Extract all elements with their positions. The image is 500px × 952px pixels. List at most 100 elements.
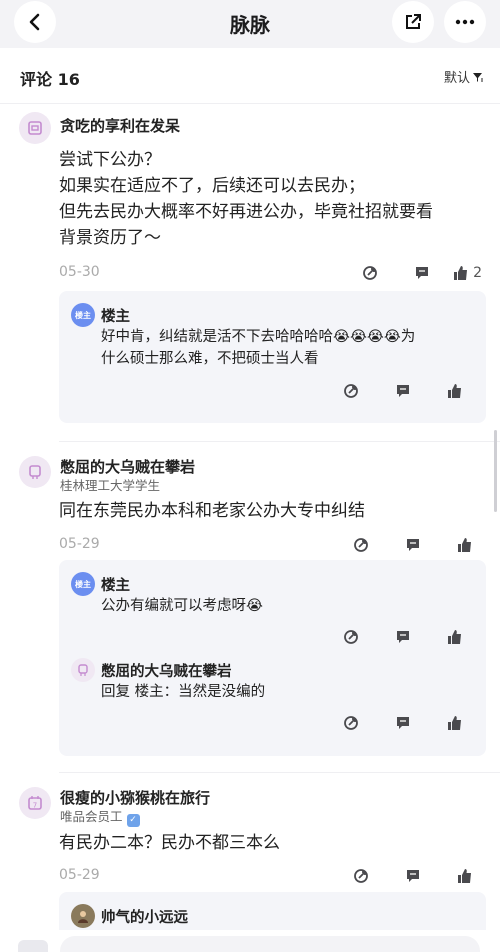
verified-icon: ✓ (126, 814, 140, 827)
reply-button[interactable] (386, 713, 420, 733)
reply-button[interactable] (386, 627, 420, 647)
comment-icon (397, 717, 409, 729)
comments-count: 评论 16 (20, 70, 80, 89)
repost-icon (344, 630, 358, 644)
reply-actions (316, 381, 472, 401)
calendar-avatar-icon: 7 (28, 796, 42, 810)
reply-button[interactable] (396, 866, 430, 886)
author-subtitle: 唯品会员工 ✓ (60, 806, 140, 827)
top-bar: 脉脉 (0, 0, 500, 48)
comment-actions (326, 535, 482, 555)
reply-button[interactable] (396, 535, 430, 555)
comment-date: 05-29 (59, 867, 100, 883)
comment-line: 背景资历了～ (59, 228, 161, 248)
filter-icon (473, 72, 483, 82)
reply-line: 公办有编就可以考虑呀😭 (101, 598, 263, 614)
comment-body: 同在东莞民办本科和老家公办大专中纠结 (59, 498, 484, 524)
comment-author[interactable]: 很瘦的小猕猴桃在旅行 (60, 787, 210, 808)
reply-box: 楼主 楼主 好中肯，纠结就是活不下去哈哈哈哈😭😭😭😭为 什么硕士那么难，不把硕士… (59, 291, 486, 423)
comment-body: 尝试下公办？ 如果实在适应不了，后续还可以去民办； 但先去民办大概率不好再进公办… (59, 147, 484, 251)
avatar[interactable]: 7 (19, 787, 51, 819)
comment-icon (407, 539, 419, 551)
thumbs-up-icon (454, 266, 468, 280)
repost-button[interactable] (344, 866, 378, 886)
comment-line: 同在东莞民办本科和老家公办大专中纠结 (59, 501, 365, 521)
reply-button[interactable] (386, 381, 420, 401)
like-button[interactable] (438, 381, 472, 401)
comments-header: 评论 16 默认 (0, 48, 500, 104)
reply-button[interactable] (405, 263, 439, 283)
comment-date: 05-30 (59, 264, 100, 280)
like-button[interactable] (448, 535, 482, 555)
reply-line: 好中肯，纠结就是活不下去哈哈哈哈😭😭😭😭为 (101, 329, 416, 345)
thumbs-up-icon (448, 384, 461, 398)
repost-button[interactable] (334, 713, 368, 733)
reply-author[interactable]: 憋屈的大乌贼在攀岩 (101, 660, 232, 681)
comment-body: 有民办二本？民办不都三本么 (59, 830, 484, 856)
person-avatar-icon (78, 911, 88, 923)
owner-badge: 楼主 (71, 572, 95, 596)
user-avatar (18, 940, 48, 952)
comment-author[interactable]: 憋屈的大乌贼在攀岩 (60, 456, 195, 477)
avatar[interactable] (19, 112, 51, 144)
svg-text:7: 7 (33, 802, 37, 810)
reply-box: 楼主 楼主 公办有编就可以考虑呀😭 憋屈的大乌贼在攀岩 回复 楼主：当然是没编的 (59, 560, 486, 756)
reply-author[interactable]: 楼主 (101, 574, 130, 595)
more-horizontal-icon (455, 19, 475, 25)
repost-icon (354, 869, 368, 883)
repost-button[interactable] (344, 535, 378, 555)
reply-author[interactable]: 帅气的小远远 (101, 906, 188, 927)
comment-line: 有民办二本？民办不都三本么 (59, 833, 280, 853)
repost-icon (363, 266, 377, 280)
reply-text: 公办有编就可以考虑呀😭 (101, 595, 471, 617)
comment-line: 但先去民办大概率不好再进公办，毕竟社招就要看 (59, 202, 433, 222)
reply-actions (316, 627, 472, 647)
avatar[interactable] (71, 904, 95, 928)
sort-dropdown[interactable]: 默认 (444, 67, 484, 86)
thumbs-up-icon (448, 630, 461, 644)
like-button[interactable] (438, 627, 472, 647)
reply-text: 回复 楼主：当然是没编的 (101, 681, 471, 703)
thumbs-up-icon (458, 869, 471, 883)
author-subtitle: 桂林理工大学学生 (60, 478, 161, 493)
robot-avatar-icon (28, 121, 42, 135)
like-button[interactable] (438, 713, 472, 733)
reply-author[interactable]: 楼主 (101, 305, 130, 326)
comment-icon (416, 267, 429, 279)
owner-badge: 楼主 (71, 303, 95, 327)
robot-avatar-icon (78, 664, 88, 676)
comment-icon (407, 870, 419, 882)
avatar[interactable] (19, 456, 51, 488)
repost-icon (344, 384, 358, 398)
like-button[interactable] (448, 866, 482, 886)
reply-actions (316, 713, 472, 733)
reply-line: 什么硕士那么难，不把硕士当人看 (101, 351, 319, 367)
repost-button[interactable] (334, 627, 368, 647)
like-button[interactable]: 2 (453, 265, 482, 281)
avatar[interactable] (71, 658, 95, 682)
comment-actions (326, 866, 482, 886)
repost-button[interactable] (334, 381, 368, 401)
comment-item: 憋屈的大乌贼在攀岩 桂林理工大学学生 同在东莞民办本科和老家公办大专中纠结 05… (0, 442, 500, 772)
scrollbar[interactable] (494, 430, 497, 512)
comment-line: 如果实在适应不了，后续还可以去民办； (59, 176, 365, 196)
reply-text: 好中肯，纠结就是活不下去哈哈哈哈😭😭😭😭为 什么硕士那么难，不把硕士当人看 (101, 326, 471, 370)
repost-icon (344, 716, 358, 730)
comment-item: 贪吃的享利在发呆 尝试下公办？ 如果实在适应不了，后续还可以去民办； 但先去民办… (0, 104, 500, 444)
thumbs-up-icon (458, 538, 471, 552)
thumbs-up-icon (448, 716, 461, 730)
comment-author[interactable]: 贪吃的享利在发呆 (60, 115, 180, 136)
repost-icon (354, 538, 368, 552)
comment-actions: 2 (335, 263, 482, 283)
more-button[interactable] (444, 1, 486, 43)
comment-input[interactable] (60, 936, 480, 952)
comment-icon (397, 631, 409, 643)
comment-date: 05-29 (59, 536, 100, 552)
repost-button[interactable] (353, 263, 387, 283)
share-icon (406, 14, 421, 29)
share-button[interactable] (392, 1, 434, 43)
sort-label: 默认 (443, 71, 470, 86)
reply-line: 回复 楼主：当然是没编的 (101, 684, 266, 700)
like-count: 2 (473, 265, 482, 281)
bottom-input-bar (0, 930, 500, 952)
